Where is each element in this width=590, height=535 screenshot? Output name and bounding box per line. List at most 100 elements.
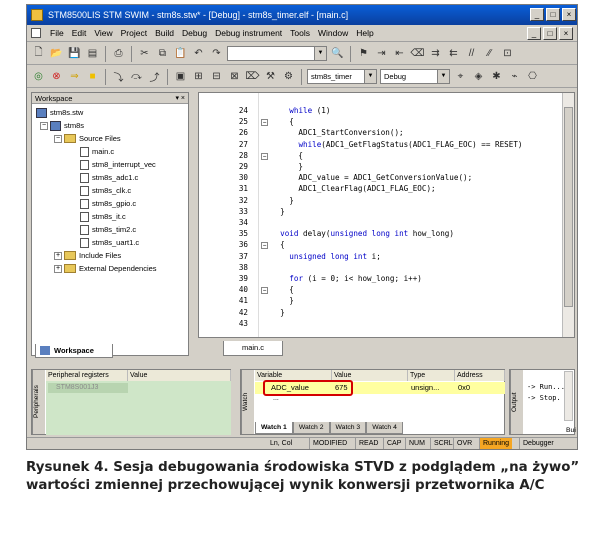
code-line[interactable]: { xyxy=(271,151,303,160)
debug-tool-2-icon[interactable]: ◈ xyxy=(471,69,486,84)
redo-icon[interactable]: ↷ xyxy=(209,46,224,61)
code-line[interactable]: { xyxy=(271,240,285,249)
uncomment-icon[interactable]: ∕∕ xyxy=(482,46,497,61)
peripheral-col-header[interactable]: Peripheral registers xyxy=(46,370,128,381)
clean-icon[interactable]: ⌦ xyxy=(245,69,260,84)
new-file-icon[interactable]: 🗋 xyxy=(31,46,46,61)
rebuild-icon[interactable]: ⊟ xyxy=(209,69,224,84)
stop-build-icon[interactable]: ⊠ xyxy=(227,69,242,84)
config-combo[interactable]: Debug ▼ xyxy=(380,69,450,84)
expand-icon[interactable]: + xyxy=(54,251,62,260)
code-line[interactable]: } xyxy=(271,162,303,171)
tab-watch-4[interactable]: Watch 4 xyxy=(366,422,403,434)
indent-icon[interactable]: ⇉ xyxy=(428,46,443,61)
address-col-header[interactable]: Address xyxy=(455,370,505,381)
code-line[interactable]: } xyxy=(271,296,294,305)
code-line[interactable]: for (i = 0; i< how_long; i++) xyxy=(271,274,422,283)
tree-source-folder[interactable]: − Source Files xyxy=(34,132,188,145)
menu-tools[interactable]: Tools xyxy=(286,28,314,38)
tab-build[interactable]: Bui xyxy=(566,427,576,434)
menu-edit[interactable]: Edit xyxy=(68,28,91,38)
collapse-icon[interactable]: − xyxy=(54,134,62,143)
type-col-header[interactable]: Type xyxy=(408,370,455,381)
tree-file[interactable]: stm8s_uart1.c xyxy=(34,236,188,249)
tree-include-folder[interactable]: + Include Files xyxy=(34,249,188,262)
code-line[interactable]: void delay(unsigned long int how_long) xyxy=(271,229,454,238)
tab-main-c[interactable]: main.c xyxy=(223,341,283,356)
tree-file[interactable]: stm8s_gpio.c xyxy=(34,197,188,210)
tree-file[interactable]: stm8s_tim2.c xyxy=(34,223,188,236)
compile-icon[interactable]: ▣ xyxy=(173,69,188,84)
fold-icon[interactable]: − xyxy=(261,119,268,127)
peripherals-vtab[interactable]: Peripherals xyxy=(32,370,45,434)
toggle-icon[interactable]: ⊡ xyxy=(500,46,515,61)
code-line[interactable]: } xyxy=(271,196,294,205)
menu-help[interactable]: Help xyxy=(352,28,377,38)
mdi-close-button[interactable]: × xyxy=(559,27,573,40)
stop-icon[interactable]: ■ xyxy=(85,69,100,84)
undo-icon[interactable]: ↶ xyxy=(191,46,206,61)
step-over-icon[interactable]: ⤼ xyxy=(129,69,144,84)
tree-external-folder[interactable]: + External Dependencies xyxy=(34,262,188,275)
code-line[interactable]: while (1) xyxy=(271,106,330,115)
code-line[interactable]: unsigned long int i; xyxy=(271,252,380,261)
menu-window[interactable]: Window xyxy=(314,28,352,38)
fold-icon[interactable]: − xyxy=(261,287,268,295)
tab-watch-3[interactable]: Watch 3 xyxy=(329,422,367,434)
mdi-minimize-button[interactable]: _ xyxy=(527,27,541,40)
bookmark-icon[interactable]: ⚑ xyxy=(356,46,371,61)
tools-icon[interactable]: ⚒ xyxy=(263,69,278,84)
tree-file[interactable]: stm8_interrupt_vec xyxy=(34,158,188,171)
expand-icon[interactable]: + xyxy=(54,264,62,273)
code-line[interactable]: while(ADC1_GetFlagStatus(ADC1_FLAG_EOC) … xyxy=(271,140,522,149)
open-icon[interactable]: 📂 xyxy=(49,46,64,61)
code-line[interactable]: ADC_value = ADC1_GetConversionValue(); xyxy=(271,173,472,182)
menu-file[interactable]: File xyxy=(46,28,68,38)
menu-build[interactable]: Build xyxy=(151,28,178,38)
fold-icon[interactable]: − xyxy=(261,152,268,160)
code-line[interactable]: { xyxy=(271,117,294,126)
options-icon[interactable]: ⚙ xyxy=(281,69,296,84)
debug-tool-1-icon[interactable]: ⌖ xyxy=(453,69,468,84)
code-line[interactable]: { xyxy=(271,285,294,294)
value-col-header[interactable]: Value xyxy=(128,370,231,381)
code-line[interactable]: } xyxy=(271,207,285,216)
editor-scrollbar[interactable] xyxy=(562,93,574,337)
outdent-icon[interactable]: ⇇ xyxy=(446,46,461,61)
output-scrollbar[interactable] xyxy=(564,371,573,421)
tree-file[interactable]: stm8s_adc1.c xyxy=(34,171,188,184)
comment-icon[interactable]: // xyxy=(464,46,479,61)
stop-debug-icon[interactable]: ⊗ xyxy=(49,69,64,84)
clear-bookmarks-icon[interactable]: ⌫ xyxy=(410,46,425,61)
code-line[interactable]: ADC1_ClearFlag(ADC1_FLAG_EOC); xyxy=(271,184,435,193)
tab-workspace[interactable]: Workspace xyxy=(35,344,113,358)
menu-project[interactable]: Project xyxy=(117,28,151,38)
menu-debug[interactable]: Debug xyxy=(178,28,211,38)
step-into-icon[interactable]: ⤵ xyxy=(111,69,126,84)
output-vtab[interactable]: Output xyxy=(510,370,523,434)
code-line[interactable]: ADC1_StartConversion(); xyxy=(271,128,403,137)
menu-view[interactable]: View xyxy=(90,28,116,38)
start-debug-icon[interactable]: ◎ xyxy=(31,69,46,84)
step-out-icon[interactable]: ⤴ xyxy=(147,69,162,84)
save-icon[interactable]: 💾 xyxy=(67,46,82,61)
target-combo[interactable]: stm8s_timer ▼ xyxy=(307,69,377,84)
print-icon[interactable]: ⎙ xyxy=(111,46,126,61)
menu-debug-instrument[interactable]: Debug instrument xyxy=(211,28,286,38)
scrollbar-thumb[interactable] xyxy=(564,107,573,307)
next-bookmark-icon[interactable]: ⇥ xyxy=(374,46,389,61)
tree-project[interactable]: − stm8s xyxy=(34,119,188,132)
maximize-button[interactable]: □ xyxy=(546,8,560,21)
mdi-restore-button[interactable]: □ xyxy=(543,27,557,40)
tree-file[interactable]: stm8s_it.c xyxy=(34,210,188,223)
debug-tool-4-icon[interactable]: ⌁ xyxy=(507,69,522,84)
peripheral-row[interactable]: STM8S001J3 xyxy=(48,383,128,393)
minimize-button[interactable]: _ xyxy=(530,8,544,21)
copy-icon[interactable]: ⧉ xyxy=(155,46,170,61)
fold-icon[interactable]: − xyxy=(261,242,268,250)
cut-icon[interactable]: ✂ xyxy=(137,46,152,61)
find-combo[interactable]: ▼ xyxy=(227,46,327,61)
collapse-icon[interactable]: − xyxy=(40,121,48,130)
run-icon[interactable]: ⇒ xyxy=(67,69,82,84)
debug-tool-3-icon[interactable]: ✱ xyxy=(489,69,504,84)
